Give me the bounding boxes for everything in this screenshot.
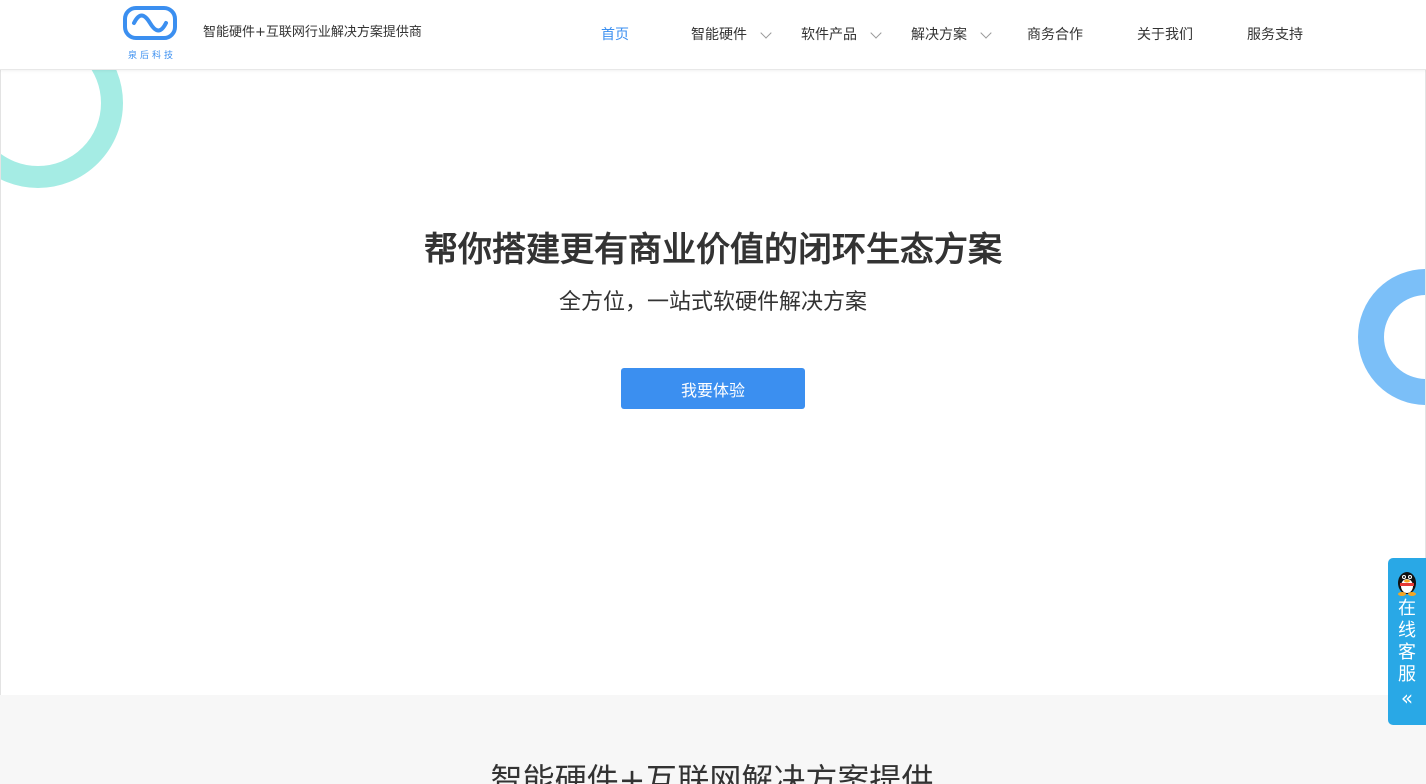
try-it-button[interactable]: 我要体验 [621, 368, 805, 409]
chevron-down-icon [980, 27, 992, 39]
hero-section: 帮你搭建更有商业价值的闭环生态方案 全方位，一站式软硬件解决方案 我要体验 [0, 70, 1426, 695]
nav-item-service-support[interactable]: 服务支持 [1220, 0, 1330, 68]
nav-item-about-us[interactable]: 关于我们 [1110, 0, 1220, 68]
online-service-label: 在线客服 [1398, 598, 1416, 685]
nav-item-business-cooperation[interactable]: 商务合作 [1000, 0, 1110, 68]
nav-item-label: 软件产品 [801, 27, 857, 43]
hero-title: 帮你搭建更有商业价值的闭环生态方案 [424, 230, 1002, 270]
nav-item-software-products[interactable]: 软件产品 [780, 0, 890, 68]
section-title: 智能硬件+互联网解决方案提供 [490, 761, 934, 784]
site-header: 泉后科技 智能硬件+互联网行业解决方案提供商 首页 智能硬件 软件产品 解决方案… [0, 0, 1426, 70]
nav-item-label: 关于我们 [1137, 27, 1193, 43]
infinity-logo-icon [123, 6, 177, 40]
main-nav: 首页 智能硬件 软件产品 解决方案 商务合作 关于我们 服务支持 [560, 0, 1330, 68]
nav-item-home[interactable]: 首页 [560, 0, 670, 68]
decorative-ring-teal [1, 70, 123, 188]
online-service-tab[interactable]: 在线客服 « [1388, 558, 1426, 725]
chevron-down-icon [870, 27, 882, 39]
nav-item-label: 智能硬件 [691, 27, 747, 43]
nav-item-label: 服务支持 [1247, 27, 1303, 43]
nav-item-smart-hardware[interactable]: 智能硬件 [670, 0, 780, 68]
solutions-section: 智能硬件+互联网解决方案提供 [0, 695, 1426, 784]
nav-item-solutions[interactable]: 解决方案 [890, 0, 1000, 68]
logo-text: 泉后科技 [128, 51, 177, 61]
logo[interactable]: 泉后科技 [122, 4, 180, 61]
tagline: 智能硬件+互联网行业解决方案提供商 [203, 25, 422, 40]
qq-penguin-icon [1398, 572, 1416, 596]
nav-item-label: 解决方案 [911, 27, 967, 43]
hero-subtitle: 全方位，一站式软硬件解决方案 [558, 290, 867, 315]
nav-item-label: 商务合作 [1027, 27, 1083, 43]
chevron-down-icon [760, 27, 772, 39]
double-chevron-left-icon[interactable]: « [1388, 686, 1426, 710]
nav-item-label: 首页 [601, 27, 629, 43]
